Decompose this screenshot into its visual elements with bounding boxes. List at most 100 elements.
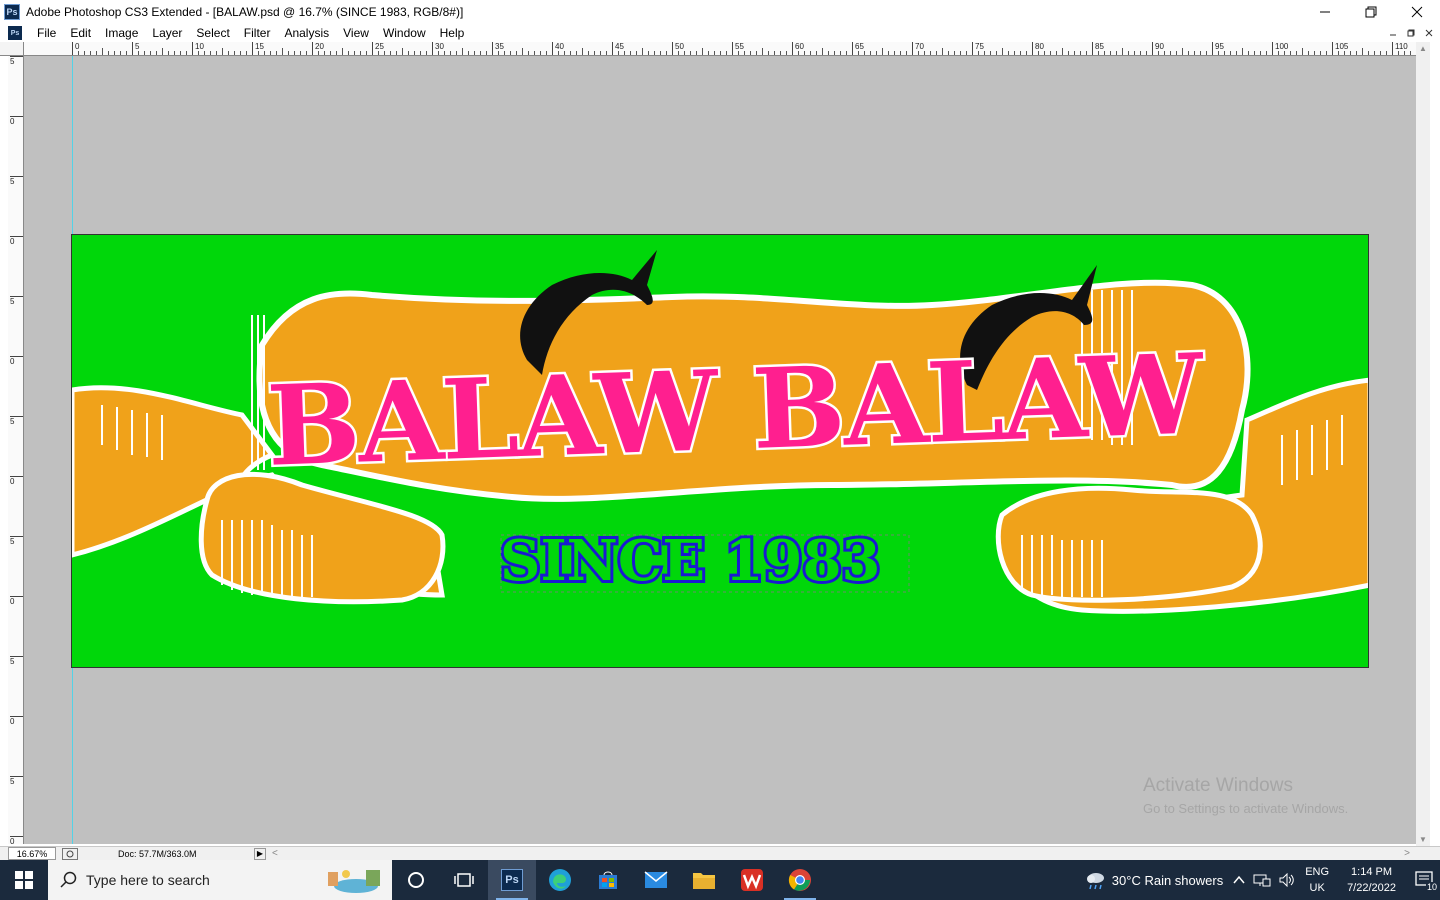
ruler-h-label: 110 xyxy=(1392,42,1408,55)
menu-analysis[interactable]: Analysis xyxy=(277,26,336,40)
menu-layer[interactable]: Layer xyxy=(145,26,189,40)
status-info-icon[interactable] xyxy=(62,847,78,860)
ruler-h-tick xyxy=(306,51,307,55)
ruler-h-tick xyxy=(408,51,409,55)
doc-restore-button[interactable] xyxy=(1404,26,1418,40)
close-button[interactable] xyxy=(1394,0,1440,24)
ruler-h-tick xyxy=(918,51,919,55)
restore-icon xyxy=(1365,6,1377,18)
language-indicator[interactable]: ENG UK xyxy=(1305,864,1329,896)
ruler-h-tick xyxy=(828,51,829,55)
ruler-h-tick xyxy=(1188,51,1189,55)
ruler-h-tick xyxy=(348,51,349,55)
scroll-up-icon[interactable]: ▲ xyxy=(1419,44,1427,53)
taskbar-edge[interactable] xyxy=(536,860,584,900)
canvas-workspace[interactable]: BALAW BALAW SINCE 1983 Activate Windows … xyxy=(24,56,1416,844)
ruler-h-tick xyxy=(870,51,871,55)
ruler-h-tick xyxy=(930,51,931,55)
ruler-h-tick xyxy=(558,51,559,55)
document-menu-icon[interactable]: Ps xyxy=(8,26,22,40)
ruler-h-tick xyxy=(786,51,787,55)
restore-button[interactable] xyxy=(1348,0,1394,24)
menu-help[interactable]: Help xyxy=(433,26,472,40)
ruler-h-tick xyxy=(1176,51,1177,55)
taskbar-search-box[interactable]: Type here to search xyxy=(48,860,392,900)
weather-widget[interactable]: 30°C Rain showers xyxy=(1084,870,1223,890)
ruler-h-tick xyxy=(294,51,295,55)
zoom-field[interactable]: 16.67% xyxy=(8,847,56,860)
ruler-h-tick xyxy=(180,51,181,55)
scroll-left-icon[interactable]: < xyxy=(272,848,278,859)
ruler-h-tick xyxy=(1020,51,1021,55)
minimize-button[interactable] xyxy=(1302,0,1348,24)
ruler-h-tick xyxy=(858,51,859,55)
ruler-v-label: 5 xyxy=(10,56,23,66)
cortana-button[interactable] xyxy=(392,860,440,900)
menu-window[interactable]: Window xyxy=(376,26,433,40)
ruler-h-tick xyxy=(948,51,949,55)
horizontal-ruler[interactable]: 0 5 10 15 20 25 30 35 40 45 50 55 60 65 70 75 80 85 90 95 10… xyxy=(24,42,1416,56)
ruler-h-tick xyxy=(510,51,511,55)
subtitle-text: SINCE 1983 xyxy=(500,528,880,594)
ruler-h-tick xyxy=(906,51,907,55)
ruler-v-label: 5 xyxy=(10,416,23,426)
menu-filter[interactable]: Filter xyxy=(237,26,278,40)
ruler-h-tick xyxy=(990,51,991,55)
ruler-h-tick xyxy=(840,51,841,55)
ruler-h-tick xyxy=(204,51,205,55)
ruler-h-tick xyxy=(288,51,289,55)
vertical-ruler[interactable]: 5 0 5 0 5 0 5 0 5 0 5 0 5 0 xyxy=(8,56,24,844)
watermark-line1: Activate Windows xyxy=(1143,775,1293,796)
menu-view[interactable]: View xyxy=(336,26,376,40)
taskbar-store[interactable] xyxy=(584,860,632,900)
ruler-h-tick xyxy=(1008,51,1009,55)
doc-close-button[interactable] xyxy=(1422,26,1436,40)
volume-icon[interactable] xyxy=(1279,873,1295,887)
menu-file[interactable]: File xyxy=(30,26,63,40)
ruler-h-tick xyxy=(282,48,283,55)
ruler-h-tick xyxy=(1410,51,1411,55)
menu-image[interactable]: Image xyxy=(98,26,145,40)
ruler-h-tick xyxy=(1230,51,1231,55)
task-view-button[interactable] xyxy=(440,860,488,900)
photoshop-icon: Ps xyxy=(501,869,523,891)
left-strip xyxy=(0,42,8,846)
search-highlight-illustration-icon xyxy=(316,864,388,896)
chevron-up-icon[interactable] xyxy=(1233,875,1245,885)
taskbar-chrome[interactable] xyxy=(776,860,824,900)
activation-watermark: Activate Windows Go to Settings to activ… xyxy=(1143,775,1348,816)
menu-edit[interactable]: Edit xyxy=(63,26,98,40)
ruler-h-tick xyxy=(114,51,115,55)
ruler-h-tick xyxy=(336,51,337,55)
ruler-origin[interactable] xyxy=(0,42,24,56)
taskbar-photoshop[interactable]: Ps xyxy=(488,860,536,900)
taskbar-file-explorer[interactable] xyxy=(680,860,728,900)
network-icon[interactable] xyxy=(1253,873,1271,887)
scroll-right-icon[interactable]: > xyxy=(1404,848,1410,859)
menu-select[interactable]: Select xyxy=(189,26,236,40)
ruler-v-label: 0 xyxy=(10,596,23,606)
clock[interactable]: 1:14 PM 7/22/2022 xyxy=(1347,864,1396,896)
vertical-scrollbar[interactable]: ▲ ▼ xyxy=(1416,42,1430,846)
ruler-h-tick xyxy=(978,51,979,55)
ruler-h-tick xyxy=(756,51,757,55)
ruler-v-label: 0 xyxy=(10,356,23,366)
scroll-down-icon[interactable]: ▼ xyxy=(1419,835,1427,844)
ruler-h-tick xyxy=(666,51,667,55)
taskbar-mail[interactable] xyxy=(632,860,680,900)
taskbar-wps[interactable] xyxy=(728,860,776,900)
ruler-h-tick xyxy=(1140,51,1141,55)
ruler-h-tick xyxy=(246,51,247,55)
document-canvas[interactable]: BALAW BALAW SINCE 1983 xyxy=(71,234,1369,668)
ruler-h-tick xyxy=(498,51,499,55)
ruler-h-tick xyxy=(420,51,421,55)
ruler-h-tick xyxy=(90,51,91,55)
doc-minimize-button[interactable] xyxy=(1386,26,1400,40)
start-button[interactable] xyxy=(0,860,48,900)
ruler-h-tick xyxy=(888,51,889,55)
status-menu-arrow-icon[interactable]: ▶ xyxy=(254,847,266,860)
ruler-h-tick xyxy=(1248,51,1249,55)
ruler-h-tick xyxy=(276,51,277,55)
notification-center-button[interactable]: 10 xyxy=(1410,860,1440,900)
ruler-h-tick xyxy=(714,51,715,55)
